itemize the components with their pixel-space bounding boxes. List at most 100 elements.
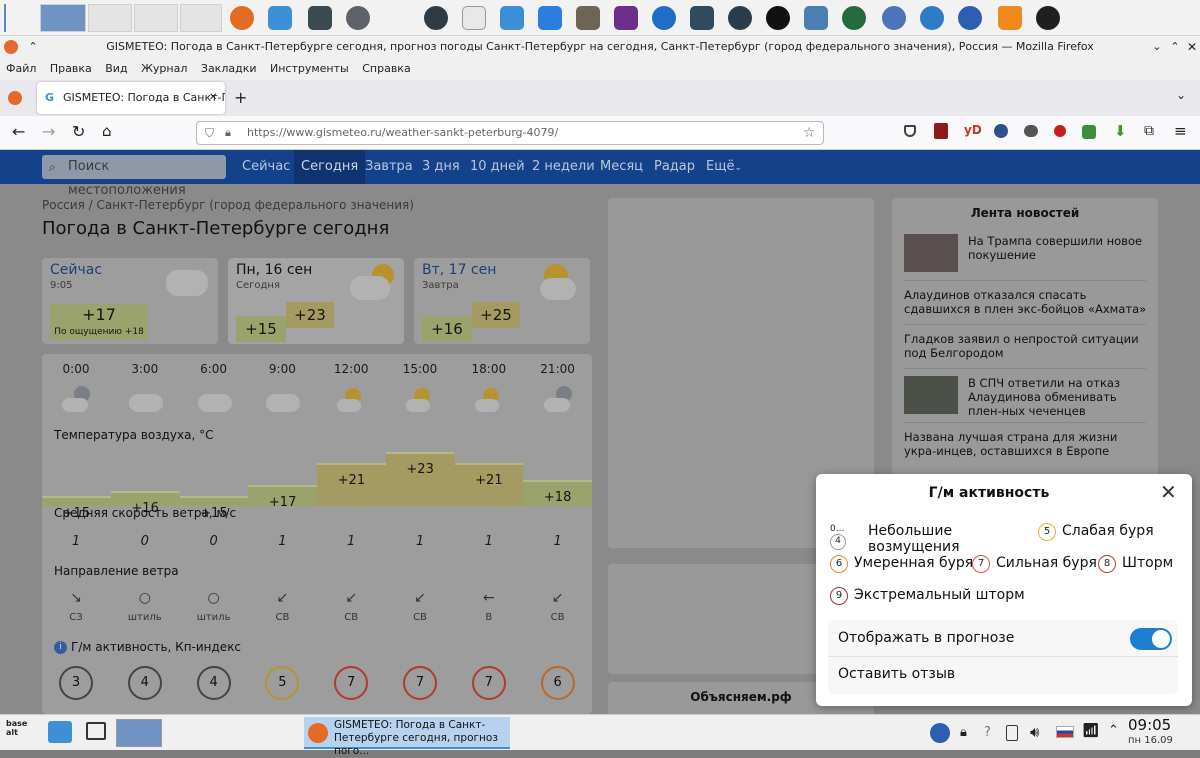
news-item-2[interactable]: Алаудинов отказался спасать сдавшихся в … [904,288,1150,316]
menu-history[interactable]: Журнал [141,62,187,75]
video-icon[interactable] [690,6,714,30]
app-icon-4[interactable] [576,6,600,30]
minimize-icon[interactable]: ⌄ [1150,36,1164,58]
document-icon[interactable] [462,6,486,30]
keep-above-icon[interactable]: ⌃ [26,36,40,58]
ublock-icon[interactable] [934,123,948,139]
file-manager-icon[interactable] [48,721,72,743]
clock-date[interactable]: пн 16.09 [1128,735,1173,746]
active-tab[interactable]: G GISMETEO: Погода в Санкт-Петер ✕ [37,82,225,114]
menu-help[interactable]: Справка [362,62,410,75]
news-item-1[interactable]: На Трампа совершили новое покушение [968,234,1148,262]
nav-now[interactable]: Сейчас [242,150,290,184]
network-icon[interactable]: 📶︎ [1082,723,1100,739]
close-window-icon[interactable]: ✕ [1186,36,1198,58]
app-icon-5[interactable] [614,6,638,30]
news-item-3[interactable]: Гладков заявил о непростой ситуации под … [904,332,1150,360]
more-icon[interactable] [346,6,370,30]
extension-3-icon[interactable] [1082,125,1096,139]
workspace-2[interactable] [88,4,132,32]
extension-2-icon[interactable] [1054,125,1066,137]
home-icon[interactable]: ⌂ [102,122,112,140]
forward-icon[interactable]: → [42,122,55,141]
nav-2-weeks[interactable]: 2 недели [532,150,595,184]
today-card[interactable]: Пн, 16 сен Сегодня +15 +23 [228,258,404,344]
pager-desktop[interactable] [116,719,162,747]
workspace-3[interactable] [134,4,178,32]
clock-time[interactable]: 09:05 [1128,716,1171,734]
back-icon[interactable]: ← [12,122,25,141]
news-item-4[interactable]: В СПЧ ответили на отказ Алаудинова обмен… [968,376,1148,418]
app-icon-3[interactable] [538,6,562,30]
menu-edit[interactable]: Правка [50,62,92,75]
firefox-icon[interactable] [230,6,254,30]
terminal-icon[interactable] [308,6,332,30]
now-card[interactable]: Сейчас 9:05 +17 По ощущению +18 [42,258,218,344]
maximize-icon[interactable]: ⌃ [1168,36,1182,58]
tracking-shield-icon[interactable]: ⛉ [205,122,214,144]
close-tab-icon[interactable]: ✕ [209,82,217,114]
workspace-4[interactable] [180,4,222,32]
vlc-icon[interactable] [998,6,1022,30]
app-menu-icon[interactable] [4,4,34,32]
menu-view[interactable]: Вид [105,62,127,75]
lock-icon[interactable]: 🔒︎ [225,122,231,144]
extension-1-icon[interactable] [1024,125,1038,137]
firefox-view-icon[interactable] [8,91,22,105]
breadcrumb[interactable]: Россия / Санкт-Петербург (город федераль… [42,198,414,212]
clipboard-icon[interactable] [1006,725,1018,741]
extensions-icon[interactable]: ⧉ [1144,123,1154,139]
taskbar-firefox-task[interactable]: GISMETEO: Погода в Санкт-Петербурге сего… [304,717,510,757]
location-search-input[interactable]: ⌕ Поиск местоположения [42,155,226,198]
nav-3-days[interactable]: 3 дня [422,150,460,184]
app-icon-1[interactable] [424,6,448,30]
pocket-icon[interactable] [904,125,916,137]
close-icon[interactable]: ✕ [1160,480,1177,504]
download-icon[interactable]: ⬇ [1114,122,1127,140]
app-icon-11[interactable] [1036,6,1060,30]
menu-tools[interactable]: Инструменты [270,62,349,75]
tomorrow-card[interactable]: Вт, 17 сен Завтра +16 +25 [414,258,590,344]
nav-tomorrow[interactable]: Завтра [365,150,413,184]
feedback-link[interactable]: Оставить отзыв [838,666,955,682]
menu-file[interactable]: Файл [6,62,36,75]
audio-icon[interactable] [652,6,676,30]
nav-more[interactable]: Ещё⌄ [706,150,742,184]
news-item-5[interactable]: Названа лучшая страна для жизни укра-инц… [904,430,1150,458]
tab-list-icon[interactable]: ⌄ [1176,88,1186,102]
bookmark-star-icon[interactable]: ☆ [803,122,816,144]
new-tab-button[interactable]: + [234,88,247,107]
help-icon[interactable]: ? [984,725,991,740]
app-icon-2[interactable] [500,6,524,30]
info-icon[interactable]: i [54,641,67,654]
app-icon-9[interactable] [882,6,906,30]
app-icon-10[interactable] [920,6,944,30]
level-7: 7 Сильная буря [972,554,1102,574]
keyboard-layout-icon[interactable] [1056,726,1074,738]
show-desktop-icon[interactable] [86,722,106,740]
yandex-browser-icon[interactable] [958,6,982,30]
app-menu-icon[interactable]: ≡ [1174,122,1187,140]
nav-radar[interactable]: Радар [654,150,695,184]
yd-icon[interactable]: yD [964,123,982,137]
app-icon-8[interactable] [842,6,866,30]
nav-10-days[interactable]: 10 дней [470,150,525,184]
tray-expand-icon[interactable]: ⌃ [1108,723,1119,738]
app-icon-6[interactable] [728,6,752,30]
url-bar[interactable]: ⛉ 🔒︎ https://www.gismeteo.ru/weather-san… [196,121,824,145]
show-in-forecast-toggle[interactable] [1130,628,1172,650]
extension-d-icon[interactable] [994,124,1008,138]
nav-month[interactable]: Месяц [600,150,643,184]
app-icon-7[interactable] [766,6,790,30]
tray-icon-1[interactable]: 🔒︎ [960,725,967,740]
level-num-4: 4 [830,534,846,550]
yandex-tray-icon[interactable] [930,723,950,743]
menu-bookmarks[interactable]: Закладки [201,62,257,75]
workspace-1[interactable] [40,4,86,32]
file-manager-icon[interactable] [268,6,292,30]
nav-today[interactable]: Сегодня [294,150,366,184]
webcam-icon[interactable] [804,6,828,30]
start-menu-button[interactable]: base alt [6,719,36,747]
reload-icon[interactable]: ↻ [72,122,85,141]
volume-icon[interactable]: 🔊︎ [1030,723,1039,741]
